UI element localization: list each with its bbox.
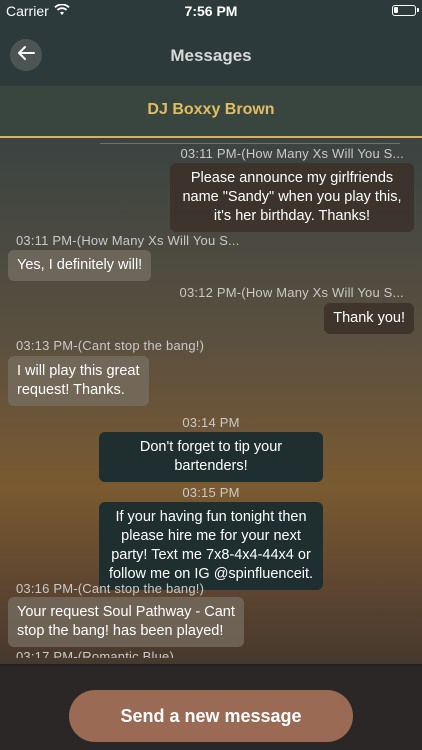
message-line: name "Sandy" when you play this,	[182, 189, 402, 205]
divider	[100, 143, 400, 144]
message-line: it's her birthday. Thanks!	[213, 208, 371, 224]
message-meta: 03:11 PM-(How Many Xs Will You S...	[180, 146, 404, 161]
battery-icon	[392, 5, 419, 16]
page-title: Messages	[170, 46, 252, 65]
message-line: Please announce my girlfriends	[190, 170, 394, 186]
message-meta: 03:16 PM-(Cant stop the bang!)	[16, 581, 205, 596]
message-bubble-system: Don't forget to tip your bartenders!	[99, 432, 323, 482]
message-meta: 03:11 PM-(How Many Xs Will You S...	[16, 233, 240, 248]
message-bubble-incoming: I will play this great request! Thanks.	[8, 356, 149, 406]
message-bubble-incoming: Your request Soul Pathway - Cant stop th…	[8, 597, 244, 647]
message-bubble-outgoing: Please announce my girlfriends name "San…	[170, 163, 414, 232]
send-new-message-button[interactable]: Send a new message	[69, 690, 353, 742]
status-time: 7:56 PM	[184, 3, 238, 19]
message-bubble-system: If your having fun tonight then please h…	[99, 502, 323, 590]
message-bubble-outgoing: Thank you!	[324, 303, 414, 334]
nav-bar: Messages	[0, 22, 422, 86]
message-line: I will play this great	[17, 363, 140, 379]
message-meta: 03:17 PM-(Romantic Blue)	[16, 649, 174, 658]
message-line: bartenders!	[174, 458, 248, 474]
dj-header: DJ Boxxy Brown	[0, 86, 422, 138]
message-line: Don't forget to tip your	[139, 439, 283, 455]
message-meta: 03:13 PM-(Cant stop the bang!)	[16, 338, 205, 353]
message-list[interactable]: 03:11 PM-(How Many Xs Will You S... Plea…	[0, 140, 422, 658]
status-bar: Carrier 7:56 PM	[0, 0, 422, 22]
dj-name: DJ Boxxy Brown	[147, 101, 275, 118]
bottom-bar: Send a new message	[0, 666, 422, 750]
message-line: Yes, I definitely will!	[17, 257, 143, 273]
message-meta: 03:15 PM	[182, 485, 240, 500]
message-line: Thank you!	[333, 310, 405, 326]
message-line: party! Text me 7x8-4x4-44x4 or	[111, 547, 311, 563]
message-line: please hire me for your next	[121, 528, 301, 544]
message-bubble-incoming: Yes, I definitely will!	[8, 250, 152, 281]
message-line: If your having fun tonight then	[115, 509, 307, 525]
message-meta: 03:14 PM	[182, 415, 240, 430]
message-line: request! Thanks.	[17, 382, 125, 398]
message-meta: 03:12 PM-(How Many Xs Will You S...	[179, 285, 404, 300]
message-line: Your request Soul Pathway - Cant	[17, 604, 235, 620]
message-line: stop the bang! has been played!	[17, 623, 224, 639]
